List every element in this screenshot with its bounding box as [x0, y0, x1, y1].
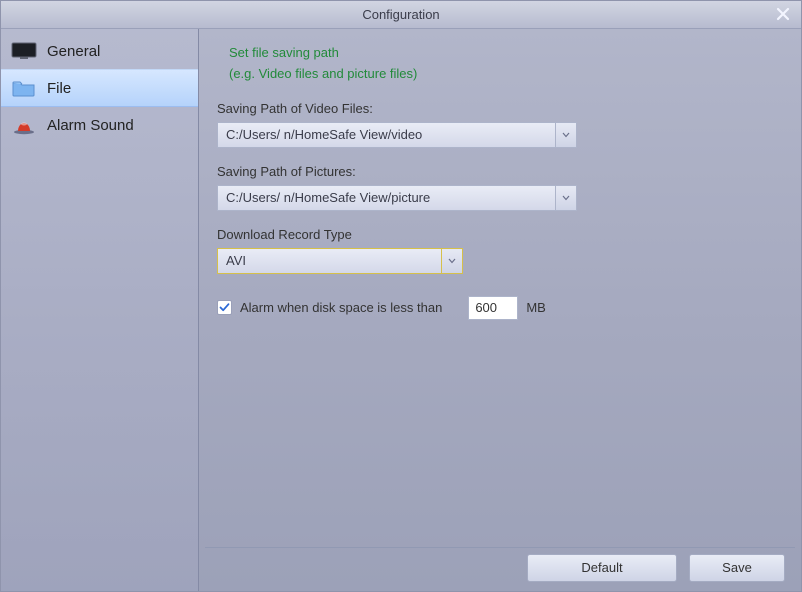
monitor-icon: [11, 41, 37, 61]
body: General File Alarm Sound Set file saving…: [1, 29, 801, 591]
sidebar-item-label: File: [47, 80, 71, 97]
download-type-value: AVI: [217, 248, 441, 274]
disk-alarm-row: Alarm when disk space is less than MB: [217, 296, 783, 320]
chevron-down-icon: [562, 195, 570, 201]
window-title: Configuration: [362, 7, 439, 22]
picture-path-label: Saving Path of Pictures:: [217, 164, 783, 179]
button-label: Save: [722, 560, 752, 575]
download-type-dropdown[interactable]: [441, 248, 463, 274]
default-button[interactable]: Default: [527, 554, 677, 582]
picture-path-field: C:/Users/ n/HomeSafe View/picture: [217, 185, 577, 211]
save-button[interactable]: Save: [689, 554, 785, 582]
configuration-window: Configuration General File: [0, 0, 802, 592]
picture-path-browse[interactable]: [555, 185, 577, 211]
close-icon: [776, 7, 790, 21]
download-type-label: Download Record Type: [217, 227, 783, 242]
video-path-browse[interactable]: [555, 122, 577, 148]
sidebar: General File Alarm Sound: [1, 29, 199, 591]
hint-line-2: (e.g. Video files and picture files): [229, 64, 783, 85]
file-settings-panel: Set file saving path (e.g. Video files a…: [199, 43, 801, 330]
chevron-down-icon: [448, 258, 456, 264]
folder-icon: [11, 78, 37, 98]
check-icon: [219, 302, 230, 313]
sidebar-item-alarm-sound[interactable]: Alarm Sound: [1, 107, 198, 143]
button-label: Default: [581, 560, 622, 575]
disk-alarm-unit: MB: [526, 300, 546, 315]
sidebar-item-file[interactable]: File: [1, 69, 198, 107]
siren-icon: [11, 115, 37, 135]
titlebar: Configuration: [1, 1, 801, 29]
video-path-field: C:/Users/ n/HomeSafe View/video: [217, 122, 577, 148]
video-path-input[interactable]: C:/Users/ n/HomeSafe View/video: [217, 122, 555, 148]
disk-alarm-label: Alarm when disk space is less than: [240, 300, 442, 315]
content-area: Set file saving path (e.g. Video files a…: [199, 29, 801, 591]
video-path-label: Saving Path of Video Files:: [217, 101, 783, 116]
close-button[interactable]: [771, 3, 795, 25]
sidebar-item-label: General: [47, 43, 100, 60]
sidebar-item-general[interactable]: General: [1, 33, 198, 69]
download-type-select[interactable]: AVI: [217, 248, 463, 274]
chevron-down-icon: [562, 132, 570, 138]
footer: Default Save: [205, 547, 795, 587]
disk-alarm-checkbox[interactable]: [217, 300, 232, 315]
disk-alarm-value[interactable]: [468, 296, 518, 320]
sidebar-item-label: Alarm Sound: [47, 117, 134, 134]
hint-line-1: Set file saving path: [229, 43, 783, 64]
picture-path-input[interactable]: C:/Users/ n/HomeSafe View/picture: [217, 185, 555, 211]
